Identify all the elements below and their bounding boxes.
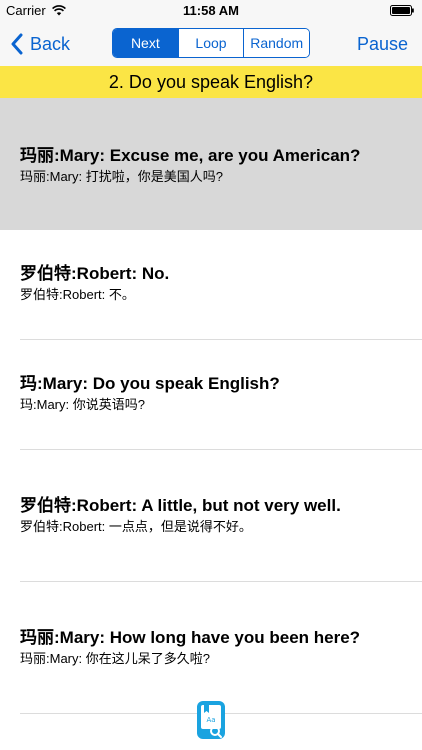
dialog-row[interactable]: 罗伯特:Robert: No. 罗伯特:Robert: 不。 [0,230,422,340]
chevron-left-icon [11,33,23,55]
dialog-list: 玛丽:Mary: Excuse me, are you American? 玛丽:… [0,98,422,750]
dialog-row[interactable]: 罗伯特:Robert: A little, but not very well.… [0,450,422,582]
status-time: 11:58 AM [183,3,239,18]
dialog-chinese-text: 玛:Mary: 你说英语吗? [20,397,145,412]
dialog-row[interactable]: 玛丽:Mary: Excuse me, are you American? 玛丽:… [0,98,422,230]
pause-button[interactable]: Pause [357,30,408,58]
dialog-chinese-text: 玛丽:Mary: 你在这儿呆了多久啦? [20,651,210,666]
dialog-row[interactable]: 玛:Mary: Do you speak English? 玛:Mary: 你说英… [0,340,422,450]
dictionary-search-icon[interactable]: Aa [195,700,227,740]
navigation-bar: Back Next Loop Random Pause [0,22,422,66]
back-label: Back [30,33,71,54]
back-button[interactable]: Back [10,30,70,58]
segment-loop[interactable]: Loop [177,29,244,57]
lesson-title: 2. Do you speak English? [0,66,422,98]
dialog-english-text: 罗伯特:Robert: No. [20,264,170,283]
dialog-english-text: 玛:Mary: Do you speak English? [20,374,280,393]
svg-text:Aa: Aa [206,716,215,724]
battery-icon [390,5,414,16]
dialog-chinese-text: 玛丽:Mary: 打扰啦，你是美国人吗? [20,169,223,184]
dialog-english-text: 玛丽:Mary: How long have you been here? [20,628,361,647]
segment-random[interactable]: Random [243,29,309,57]
playback-mode-control: Next Loop Random [112,28,310,58]
dialog-row[interactable]: 玛丽:Mary: How long have you been here? 玛丽:… [0,582,422,714]
dialog-chinese-text: 罗伯特:Robert: 不。 [20,287,135,302]
segment-next[interactable]: Next [113,29,178,57]
dialog-english-text: 玛丽:Mary: Excuse me, are you American? [20,146,361,165]
status-bar: Carrier 11:58 AM [0,0,422,22]
dialog-chinese-text: 罗伯特:Robert: 一点点，但是说得不好。 [20,519,252,534]
dialog-english-text: 罗伯特:Robert: A little, but not very well. [20,496,341,515]
